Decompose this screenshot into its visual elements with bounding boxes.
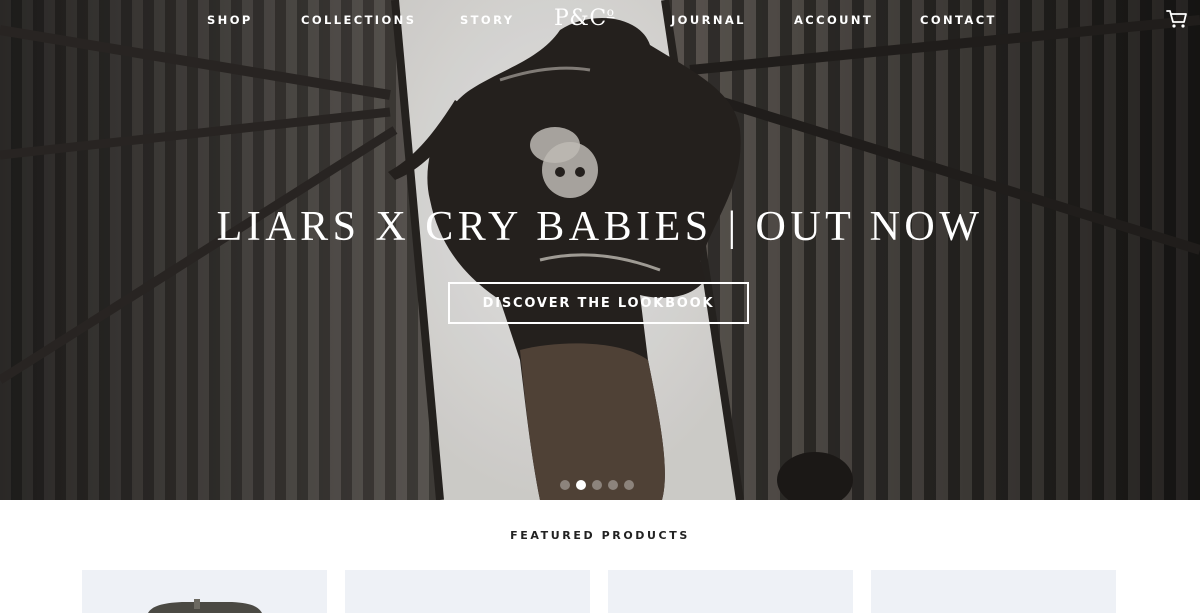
hero-banner: SHOP COLLECTIONS STORY P&Co JOURNAL ACCO… (0, 0, 1200, 500)
brand-logo-text: P&C (554, 6, 607, 31)
brand-logo-superscript: o (606, 5, 615, 19)
nav-collections[interactable]: COLLECTIONS (301, 13, 416, 27)
product-card[interactable] (608, 570, 853, 613)
nav-contact[interactable]: CONTACT (920, 13, 997, 27)
nav-story[interactable]: STORY (460, 13, 514, 27)
hero-headline: LIARS X CRY BABIES | OUT NOW (216, 204, 984, 250)
product-card[interactable] (82, 570, 327, 613)
slider-dot[interactable] (560, 480, 570, 490)
slider-dot[interactable] (576, 480, 586, 490)
main-nav: SHOP COLLECTIONS STORY P&Co JOURNAL ACCO… (0, 0, 1200, 40)
nav-shop[interactable]: SHOP (207, 13, 253, 27)
slider-dot[interactable] (608, 480, 618, 490)
product-card[interactable] (871, 570, 1116, 613)
discover-lookbook-button[interactable]: DISCOVER THE LOOKBOOK (448, 282, 749, 324)
brand-logo[interactable]: P&Co (554, 5, 614, 31)
product-image-bag (148, 599, 262, 613)
slider-dots (560, 479, 634, 491)
featured-products-grid (82, 570, 1118, 613)
nav-journal[interactable]: JOURNAL (671, 13, 746, 27)
nav-account[interactable]: ACCOUNT (794, 13, 873, 27)
shopping-cart-icon[interactable] (1166, 9, 1188, 29)
slider-dot[interactable] (592, 480, 602, 490)
product-card[interactable] (345, 570, 590, 613)
slider-dot[interactable] (624, 480, 634, 490)
featured-products-title: FEATURED PRODUCTS (510, 529, 690, 542)
